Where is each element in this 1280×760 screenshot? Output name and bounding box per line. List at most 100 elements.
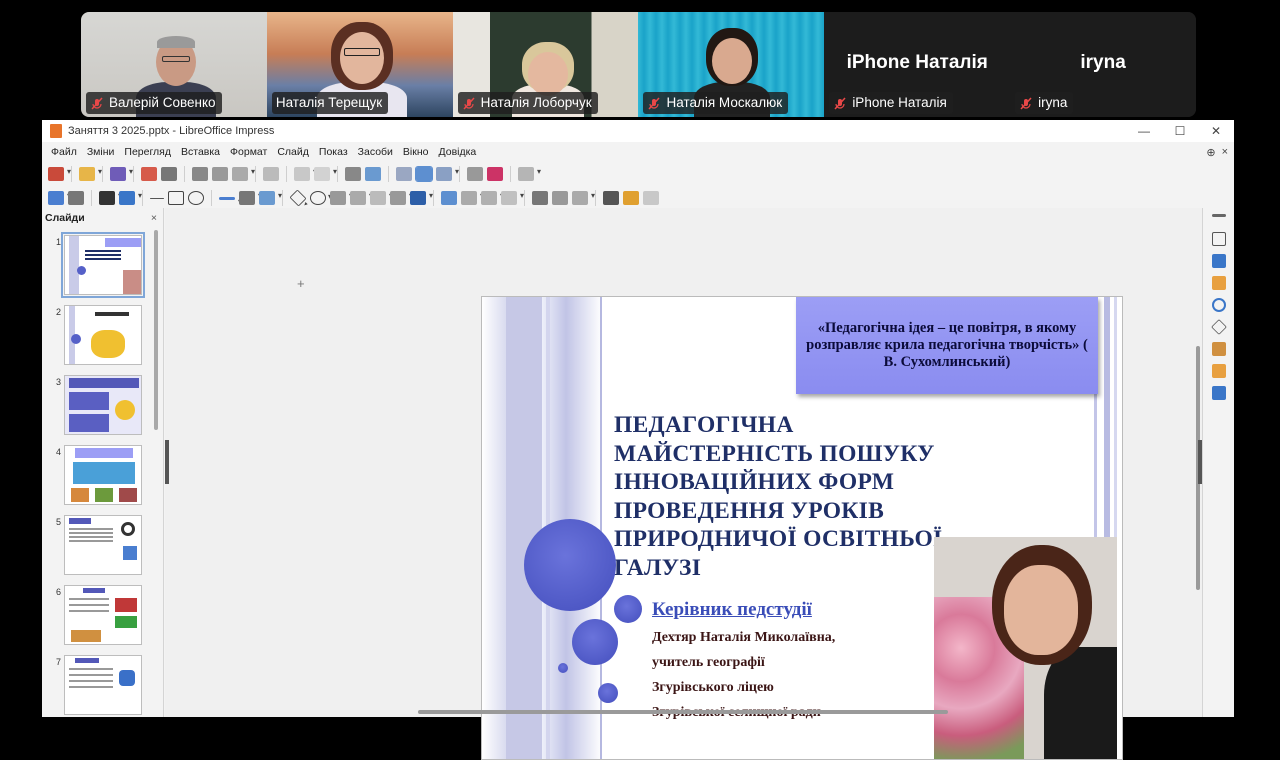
- display-grid-icon[interactable]: [415, 166, 433, 182]
- participant-tile-6[interactable]: iryna iryna: [1010, 12, 1196, 117]
- shadow-icon[interactable]: [532, 191, 548, 205]
- mic-muted-icon: [462, 96, 476, 110]
- slide-thumbnail-3[interactable]: 3: [42, 375, 154, 437]
- participant-tile-3[interactable]: Наталія Лоборчук: [452, 12, 639, 117]
- align-icon[interactable]: [461, 191, 484, 205]
- master-slides-icon[interactable]: [1212, 386, 1226, 400]
- export-pdf-icon[interactable]: [141, 167, 157, 181]
- table-icon[interactable]: [396, 167, 412, 181]
- ellipse-tool-icon[interactable]: [188, 191, 204, 205]
- quote-box[interactable]: «Педагогічна ідея – це повітря, в якому …: [796, 297, 1098, 394]
- close-window-button[interactable]: ✕: [1198, 124, 1234, 138]
- sidebar-menu-icon[interactable]: [1212, 214, 1226, 217]
- slide-thumbnail-1[interactable]: 1: [42, 232, 154, 298]
- close-document-icon[interactable]: ×: [1222, 146, 1228, 159]
- paste-icon[interactable]: [232, 167, 255, 181]
- copy-icon[interactable]: [212, 167, 228, 181]
- stars-icon[interactable]: [390, 191, 413, 205]
- slide-preview: [64, 375, 142, 435]
- open-folder-icon[interactable]: [79, 167, 102, 181]
- horizontal-scrollbar[interactable]: [418, 710, 948, 714]
- slide-thumbnail-6[interactable]: 6: [42, 585, 154, 647]
- slide-canvas[interactable]: + «Педагогічна ідея – це повітря, в яком…: [165, 208, 1202, 760]
- cut-icon[interactable]: [192, 167, 208, 181]
- participant-tile-4[interactable]: Наталія Москалюк: [638, 12, 825, 117]
- participant-tile-5[interactable]: iPhone Наталія iPhone Наталія: [824, 12, 1011, 117]
- menu-slide[interactable]: Слайд: [272, 146, 314, 158]
- spelling-icon[interactable]: [365, 167, 381, 181]
- curve-tool-icon[interactable]: [239, 191, 262, 205]
- minimize-button[interactable]: —: [1126, 124, 1162, 138]
- participant-tile-1[interactable]: Валерій Совенко: [81, 12, 267, 117]
- participant-name: Наталія Лоборчук: [480, 95, 592, 110]
- select-pointer-icon[interactable]: [48, 191, 71, 205]
- distribute-icon[interactable]: [501, 191, 524, 205]
- author-photo[interactable]: [934, 537, 1117, 759]
- mic-muted-icon: [1019, 96, 1033, 110]
- menu-file[interactable]: Файл: [46, 146, 82, 158]
- slide-thumbnail-7[interactable]: 7: [42, 655, 154, 717]
- collapse-sidebar-handle[interactable]: [1198, 440, 1202, 484]
- current-slide[interactable]: «Педагогічна ідея – це повітря, в якому …: [481, 296, 1123, 760]
- crop-icon[interactable]: [552, 191, 568, 205]
- undo-icon[interactable]: [294, 167, 317, 181]
- menu-edit[interactable]: Зміни: [82, 146, 120, 158]
- menu-slideshow[interactable]: Показ: [314, 146, 353, 158]
- new-document-icon[interactable]: [48, 167, 71, 181]
- menu-help[interactable]: Довідка: [434, 146, 482, 158]
- arrange-icon[interactable]: [481, 191, 504, 205]
- collapse-slide-pane-handle[interactable]: [165, 440, 169, 484]
- new-slide-icon[interactable]: [467, 167, 483, 181]
- menu-window[interactable]: Вікно: [398, 146, 434, 158]
- filter-icon[interactable]: [572, 191, 595, 205]
- toolbar-separator: [459, 166, 460, 182]
- menu-tools[interactable]: Засоби: [353, 146, 398, 158]
- rotate-icon[interactable]: [441, 191, 457, 205]
- toggle-extrusion-icon[interactable]: [643, 191, 659, 205]
- save-icon[interactable]: [110, 167, 133, 181]
- connector-tool-icon[interactable]: [259, 191, 282, 205]
- fill-color-icon[interactable]: [119, 191, 142, 205]
- navigator-icon[interactable]: [1212, 298, 1226, 312]
- styles-icon[interactable]: [1212, 254, 1226, 268]
- slide-thumbnail-4[interactable]: 4: [42, 445, 154, 507]
- slides-pane-close-icon[interactable]: ×: [151, 212, 157, 224]
- menu-insert[interactable]: Вставка: [176, 146, 225, 158]
- menu-right-controls: ⊕ ×: [1206, 146, 1234, 159]
- shapes-icon[interactable]: [1211, 319, 1227, 335]
- line-color-icon[interactable]: [99, 191, 122, 205]
- redo-icon[interactable]: [314, 167, 337, 181]
- slide-thumbnail-5[interactable]: 5: [42, 515, 154, 577]
- globe-icon[interactable]: ⊕: [1206, 146, 1215, 159]
- slides-pane-scrollbar[interactable]: [154, 230, 158, 430]
- rectangle-tool-icon[interactable]: [168, 191, 184, 205]
- maximize-button[interactable]: ☐: [1162, 124, 1198, 138]
- line-tool-icon[interactable]: [150, 197, 164, 199]
- menu-view[interactable]: Перегляд: [119, 146, 176, 158]
- 3d-objects-icon[interactable]: [410, 191, 433, 205]
- callouts-icon[interactable]: [370, 191, 393, 205]
- animation-icon[interactable]: [1212, 364, 1226, 378]
- zoom-icon[interactable]: [68, 191, 84, 205]
- slide-layout-icon[interactable]: [518, 167, 541, 181]
- block-arrows-icon[interactable]: [330, 191, 353, 205]
- print-icon[interactable]: [161, 167, 177, 181]
- slide-transition-icon[interactable]: [1212, 342, 1226, 356]
- leader-label[interactable]: Керівник педстудії: [652, 599, 812, 621]
- delete-slide-icon[interactable]: [487, 167, 503, 181]
- participant-tile-2-active-speaker[interactable]: Наталія Терещук: [266, 12, 453, 117]
- gallery-icon[interactable]: [1212, 276, 1226, 290]
- slide-title[interactable]: ПЕДАГОГІЧНА МАЙСТЕРНІСТЬ ПОШУКУ ІННОВАЦІ…: [614, 411, 974, 582]
- flowchart-icon[interactable]: [350, 191, 373, 205]
- find-replace-icon[interactable]: [345, 167, 361, 181]
- clone-formatting-icon[interactable]: [263, 167, 279, 181]
- points-icon[interactable]: [603, 191, 619, 205]
- slide-thumbnail-2[interactable]: 2: [42, 305, 154, 367]
- basic-shapes-icon[interactable]: [289, 189, 307, 207]
- insert-image-icon[interactable]: [436, 167, 459, 181]
- properties-icon[interactable]: [1212, 232, 1226, 246]
- menu-format[interactable]: Формат: [225, 146, 272, 158]
- symbol-shapes-icon[interactable]: [310, 191, 332, 205]
- glue-points-icon[interactable]: [623, 191, 639, 205]
- arrow-tool-icon[interactable]: [219, 196, 242, 206]
